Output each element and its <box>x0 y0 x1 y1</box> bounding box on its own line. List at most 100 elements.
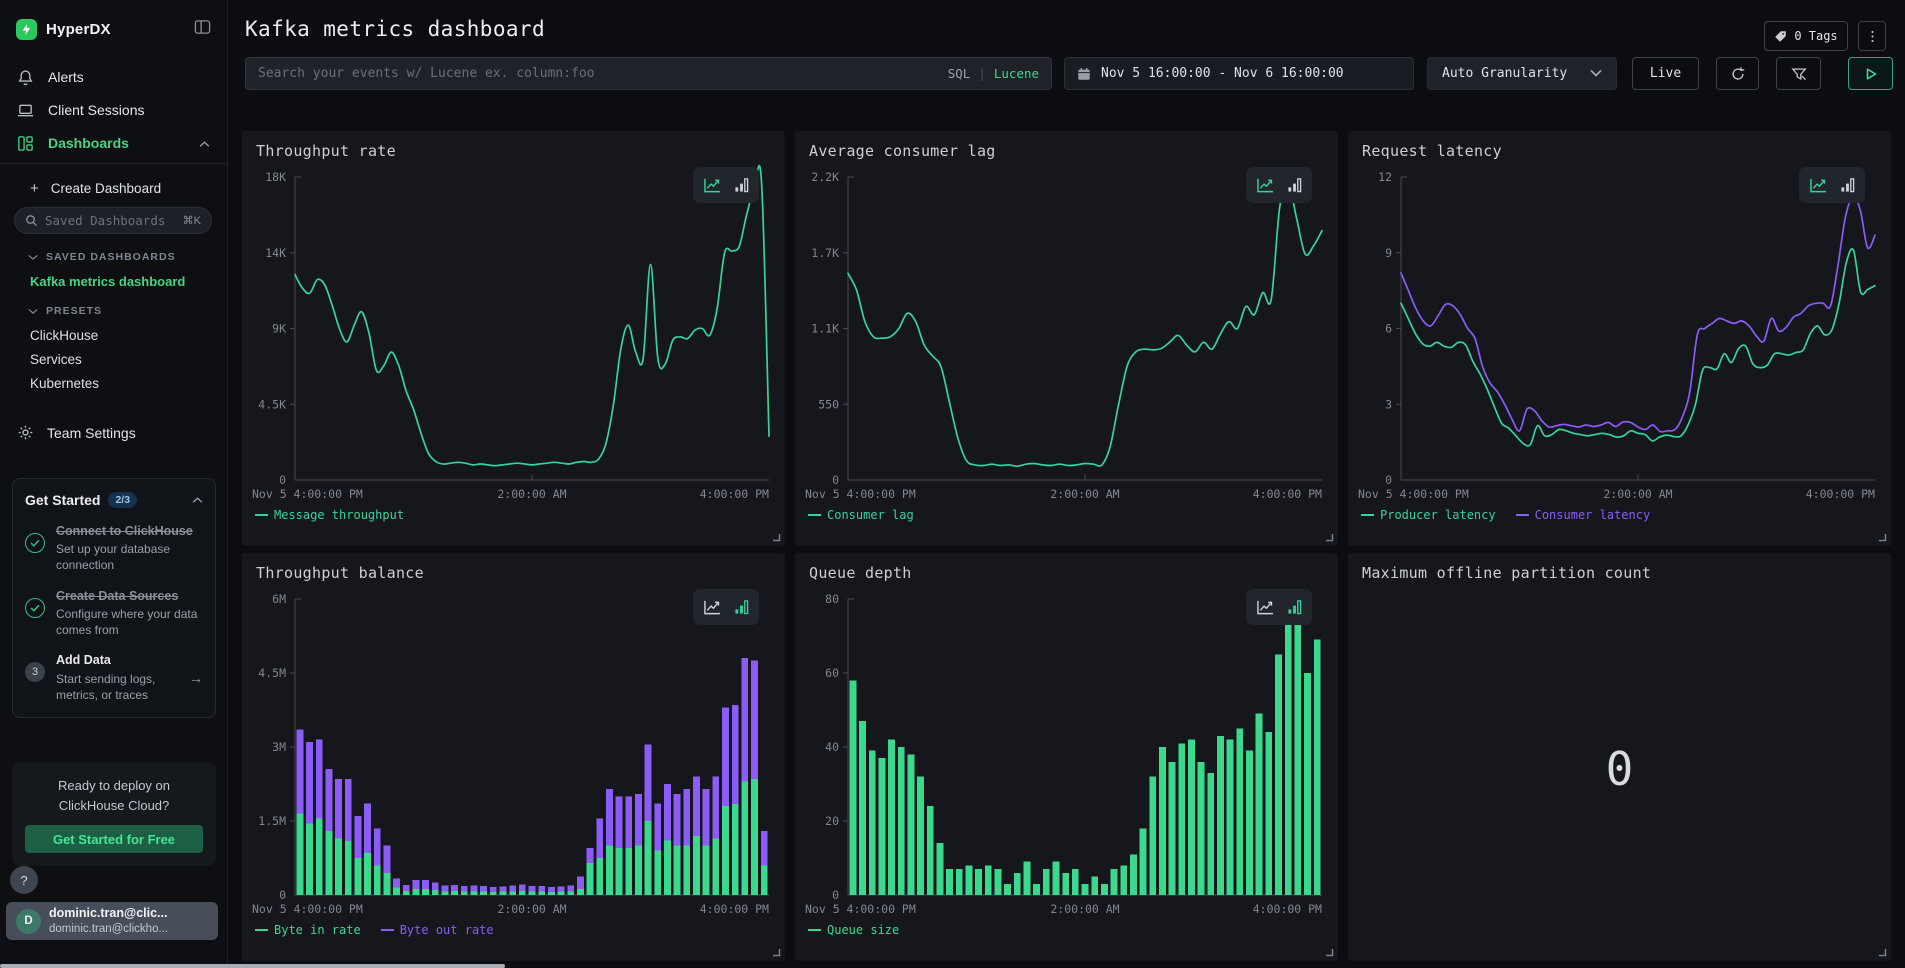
svg-text:2:00:00 AM: 2:00:00 AM <box>497 902 566 916</box>
bar-chart-icon[interactable] <box>734 599 749 615</box>
filter-button[interactable] <box>1776 57 1821 90</box>
bar-chart-icon[interactable] <box>734 177 749 193</box>
legend-label: Queue size <box>827 923 899 937</box>
user-name: dominic.tran@clic... <box>49 906 168 922</box>
svg-text:60: 60 <box>825 666 839 680</box>
refresh-button[interactable] <box>1716 57 1759 90</box>
legend-label: Byte in rate <box>274 923 361 937</box>
sidebar-item-alerts[interactable]: Alerts <box>0 62 228 92</box>
onboarding-step-sources[interactable]: Create Data Sources Configure where your… <box>25 588 203 639</box>
step-subtitle: Start sending logs, metrics, or traces <box>56 671 180 703</box>
more-options-button[interactable] <box>1858 21 1886 51</box>
granularity-select[interactable]: Auto Granularity <box>1427 57 1617 90</box>
line-chart-icon[interactable] <box>1256 177 1275 194</box>
onboarding-step-connect[interactable]: Connect to ClickHouse Set up your databa… <box>25 523 203 574</box>
chevron-up-icon[interactable] <box>199 135 210 151</box>
resize-handle[interactable] <box>1877 947 1887 957</box>
step-title: Create Data Sources <box>56 588 203 604</box>
legend-item[interactable]: Byte out rate <box>381 923 494 937</box>
bar-chart-icon[interactable] <box>1840 177 1855 193</box>
create-dashboard-button[interactable]: + Create Dashboard <box>30 180 161 197</box>
chart-legend: Consumer lag <box>808 508 914 522</box>
chart-type-toolbar <box>693 167 759 203</box>
sidebar-item-kafka-dashboard[interactable]: Kafka metrics dashboard <box>30 274 185 289</box>
get-started-card: Get Started 2/3 Connect to ClickHouse Se… <box>12 478 216 718</box>
gear-icon <box>17 424 34 441</box>
sidebar-item-kubernetes[interactable]: Kubernetes <box>30 376 99 391</box>
user-menu[interactable]: D dominic.tran@clic... dominic.tran@clic… <box>6 902 218 940</box>
svg-text:2:00:00 AM: 2:00:00 AM <box>1603 487 1672 501</box>
app-logo[interactable]: HyperDX <box>16 16 111 42</box>
sidebar-item-label: Dashboards <box>48 135 129 151</box>
line-chart-icon[interactable] <box>703 599 722 616</box>
legend-item[interactable]: Producer latency <box>1361 508 1496 522</box>
chart-type-toolbar <box>1246 589 1312 625</box>
legend-item[interactable]: Consumer latency <box>1516 508 1651 522</box>
refresh-icon <box>1730 66 1746 82</box>
big-number-value: 0 <box>1606 742 1634 796</box>
search-input[interactable] <box>258 66 938 81</box>
get-started-free-button[interactable]: Get Started for Free <box>25 825 203 853</box>
saved-dashboards-search[interactable]: Saved Dashboards ⌘K <box>14 207 212 234</box>
presets-section-header[interactable]: PRESETS <box>28 305 102 317</box>
legend-item[interactable]: Byte in rate <box>255 923 361 937</box>
saved-dashboards-section-header[interactable]: SAVED DASHBOARDS <box>28 251 176 263</box>
event-search-bar[interactable]: SQL | Lucene <box>245 57 1052 90</box>
onboarding-step-add-data[interactable]: 3 Add Data Start sending logs, metrics, … <box>25 652 203 703</box>
step-number-badge: 3 <box>25 662 45 682</box>
search-icon <box>25 214 38 227</box>
svg-text:3: 3 <box>1385 397 1392 411</box>
svg-text:2:00:00 AM: 2:00:00 AM <box>1050 902 1119 916</box>
horizontal-scrollbar[interactable] <box>0 964 505 968</box>
tag-icon <box>1774 30 1787 43</box>
svg-text:9K: 9K <box>272 322 286 336</box>
sql-toggle[interactable]: SQL <box>948 66 971 81</box>
svg-text:14K: 14K <box>265 246 286 260</box>
svg-text:1.1K: 1.1K <box>811 322 839 336</box>
line-chart-icon[interactable] <box>1256 599 1275 616</box>
run-query-button[interactable] <box>1848 57 1893 90</box>
legend-item[interactable]: Message throughput <box>255 508 404 522</box>
bar-chart-icon[interactable] <box>1287 599 1302 615</box>
legend-label: Message throughput <box>274 508 404 522</box>
svg-text:Nov 5 4:00:00 PM: Nov 5 4:00:00 PM <box>1358 487 1469 501</box>
sidebar-item-client-sessions[interactable]: Client Sessions <box>0 95 228 125</box>
line-chart-icon[interactable] <box>1809 177 1828 194</box>
date-range-picker[interactable]: Nov 5 16:00:00 - Nov 6 16:00:00 <box>1064 57 1414 90</box>
sidebar-item-clickhouse[interactable]: ClickHouse <box>30 328 98 343</box>
play-icon <box>1865 68 1877 80</box>
sidebar-item-team-settings[interactable]: Team Settings <box>17 424 136 441</box>
svg-text:0: 0 <box>1385 473 1392 487</box>
progress-badge: 2/3 <box>108 492 137 508</box>
user-email: dominic.tran@clickho... <box>49 922 168 936</box>
panel-title: Maximum offline partition count <box>1362 564 1651 582</box>
legend-item[interactable]: Consumer lag <box>808 508 914 522</box>
step-subtitle: Configure where your data comes from <box>56 606 203 638</box>
svg-text:550: 550 <box>818 397 839 411</box>
legend-swatch <box>1516 514 1529 516</box>
svg-text:40: 40 <box>825 740 839 754</box>
legend-item[interactable]: Queue size <box>808 923 899 937</box>
panel-queue-depth: Queue depth020406080Nov 5 4:00:00 PM2:00… <box>795 553 1338 961</box>
svg-text:2.2K: 2.2K <box>811 170 839 184</box>
legend-label: Consumer lag <box>827 508 914 522</box>
collapse-sidebar-icon[interactable] <box>194 19 211 40</box>
sidebar-item-dashboards[interactable]: Dashboards <box>0 128 228 158</box>
check-circle-icon <box>25 533 45 553</box>
help-button[interactable]: ? <box>10 866 38 894</box>
chevron-up-icon[interactable] <box>192 491 203 509</box>
live-button[interactable]: Live <box>1632 57 1699 90</box>
line-chart-icon[interactable] <box>703 177 722 194</box>
chart-legend: Message throughput <box>255 508 404 522</box>
chart-legend: Byte in rate Byte out rate <box>255 923 494 937</box>
legend-label: Consumer latency <box>1535 508 1651 522</box>
svg-text:4:00:00 PM: 4:00:00 PM <box>1806 487 1875 501</box>
svg-text:4:00:00 PM: 4:00:00 PM <box>1253 902 1322 916</box>
laptop-icon <box>17 101 35 119</box>
lucene-toggle[interactable]: Lucene <box>994 66 1039 81</box>
sidebar-item-services[interactable]: Services <box>30 352 82 367</box>
svg-text:80: 80 <box>825 592 839 606</box>
bar-chart-icon[interactable] <box>1287 177 1302 193</box>
tags-button[interactable]: 0 Tags <box>1764 21 1848 51</box>
chevron-down-icon <box>28 254 38 261</box>
